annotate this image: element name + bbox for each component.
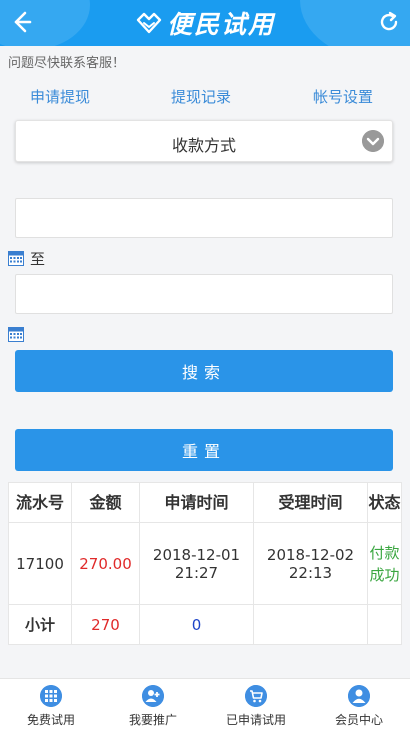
tab-bar: 申请提现 提现记录 帐号设置 bbox=[0, 86, 410, 110]
accept-clock: 22:13 bbox=[288, 563, 333, 582]
header-title-group: 便民试用 bbox=[0, 0, 410, 46]
page-title: 便民试用 bbox=[166, 10, 275, 39]
subtotal-amount: 270 bbox=[71, 604, 140, 645]
app-header: 便民试用 bbox=[0, 0, 410, 46]
table-header-row: 流水号 金额 申请时间 受理时间 状态 bbox=[8, 482, 402, 523]
apply-time-cell: 2018-12-01 21:27 bbox=[139, 522, 254, 605]
bottom-nav: 免费试用 我要推广 已申请试用 会员中心 bbox=[0, 678, 410, 729]
subtotal-label: 小计 bbox=[8, 604, 72, 645]
tab-withdraw-records[interactable]: 提现记录 bbox=[171, 86, 231, 107]
column-header-accept-time: 受理时间 bbox=[253, 482, 368, 523]
subtotal-empty-cell bbox=[367, 604, 402, 645]
amount-cell: 270.00 bbox=[71, 522, 140, 605]
calendar-icon[interactable] bbox=[8, 326, 24, 342]
accept-time-cell: 2018-12-02 22:13 bbox=[253, 522, 368, 605]
user-icon bbox=[348, 685, 370, 707]
apply-date: 2018-12-01 bbox=[152, 545, 241, 564]
serial-cell: 17100 bbox=[8, 522, 72, 605]
nav-label: 已申请试用 bbox=[225, 713, 286, 727]
nav-applied-trials[interactable]: 已申请试用 bbox=[205, 679, 307, 729]
handshake-logo-icon bbox=[136, 12, 162, 34]
grid-icon bbox=[40, 685, 62, 707]
table-row: 17100 270.00 2018-12-01 21:27 2018-12-02… bbox=[8, 522, 402, 605]
column-header-status: 状态 bbox=[367, 482, 402, 523]
nav-label: 会员中心 bbox=[334, 713, 383, 727]
subtotal-count: 0 bbox=[139, 604, 254, 645]
nav-free-trial[interactable]: 免费试用 bbox=[0, 679, 102, 729]
column-header-amount: 金额 bbox=[71, 482, 140, 523]
apply-clock: 21:27 bbox=[174, 563, 219, 582]
chevron-down-icon bbox=[362, 130, 384, 152]
subtotal-row: 小计 270 0 bbox=[8, 604, 402, 645]
tab-apply-withdraw[interactable]: 申请提现 bbox=[30, 86, 90, 107]
nav-label: 免费试用 bbox=[26, 713, 75, 727]
column-header-apply-time: 申请时间 bbox=[139, 482, 254, 523]
contact-notice: 问题尽快联系客服！ bbox=[8, 56, 126, 71]
withdraw-records-table: 流水号 金额 申请时间 受理时间 状态 17100 270.00 2018-12… bbox=[8, 482, 402, 645]
search-button[interactable]: 搜索 bbox=[15, 350, 393, 392]
nav-label: 我要推广 bbox=[128, 713, 177, 727]
reset-button[interactable]: 重置 bbox=[15, 429, 393, 471]
date-range-to-label: 至 bbox=[30, 250, 46, 268]
refresh-icon[interactable] bbox=[378, 11, 400, 33]
add-user-icon bbox=[142, 685, 164, 707]
payment-method-select[interactable]: 收款方式 bbox=[15, 120, 393, 162]
subtotal-empty-cell bbox=[253, 604, 368, 645]
start-date-input[interactable] bbox=[15, 198, 393, 238]
status-cell: 付款成功 bbox=[367, 522, 402, 605]
tab-account-settings[interactable]: 帐号设置 bbox=[313, 86, 373, 107]
end-date-input[interactable] bbox=[15, 274, 393, 314]
calendar-icon[interactable] bbox=[8, 250, 24, 266]
payment-method-label: 收款方式 bbox=[171, 136, 236, 155]
cart-icon bbox=[245, 685, 267, 707]
nav-promote[interactable]: 我要推广 bbox=[102, 679, 204, 729]
accept-date: 2018-12-02 bbox=[266, 545, 355, 564]
nav-member-center[interactable]: 会员中心 bbox=[308, 679, 410, 729]
column-header-serial: 流水号 bbox=[8, 482, 72, 523]
